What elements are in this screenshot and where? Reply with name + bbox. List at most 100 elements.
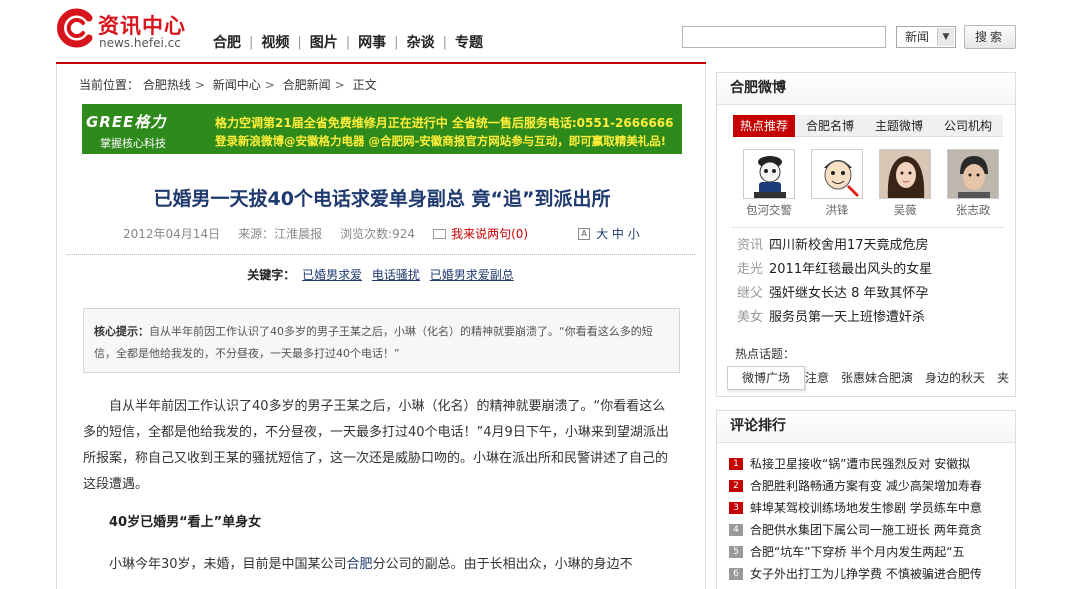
article-views: 浏览次数:924 [340, 227, 416, 241]
avatar-name[interactable]: 包河交警 [735, 202, 803, 218]
avatar[interactable] [811, 149, 863, 199]
weibo-user[interactable]: 洪锋 [803, 149, 871, 218]
avatar[interactable] [743, 149, 795, 199]
font-size-switch[interactable]: 大 中 小 [596, 225, 640, 242]
avatar[interactable] [947, 149, 999, 199]
ranking-item[interactable]: 5 合肥“坑车”下穿桥 半个月内发生两起“五 [729, 541, 1001, 563]
comment-ranking-panel: 评论排行 1 私接卫星接收“锅”遭市民强烈反对 安徽拟 2 合肥胜利路畅通方案有变 … [716, 410, 1016, 589]
tab-famous-bloggers[interactable]: 合肥名博 [795, 115, 865, 137]
article-title: 已婚男一天拔40个电话求爱单身副总 竟“追”到派出所 [153, 188, 611, 210]
ranking-item[interactable]: 1 私接卫星接收“锅”遭市民强烈反对 安徽拟 [729, 453, 1001, 475]
tab-organizations[interactable]: 公司机构 [933, 115, 1003, 137]
breadcrumb-separator: > [194, 78, 205, 92]
nav-item-talk[interactable]: 杂谈 [407, 32, 435, 52]
chevron-down-icon[interactable]: ▼ [937, 28, 954, 46]
news-category: 走光 [737, 262, 764, 277]
weibo-user[interactable]: 包河交警 [735, 149, 803, 218]
banner-brand: GREE格力 [86, 113, 167, 131]
nav-item-hefei[interactable]: 合肥 [213, 32, 241, 52]
news-title[interactable]: 四川新校舍用17天竟成危房 [769, 238, 929, 253]
article-meta: 2012年04月14日 来源：江淮晨报 浏览次数:924 我来说两句(0) A … [123, 225, 640, 242]
weibo-square-button[interactable]: 微博广场 [727, 366, 805, 390]
list-item[interactable]: 继父 强奸继女长达 8 年致其怀孕 [737, 282, 932, 306]
banner-tagline: 掌握核心科技 [100, 137, 166, 150]
ranking-title[interactable]: 蚌埠某驾校训练场地发生惨剧 学员练车中意 [750, 497, 982, 519]
breadcrumb-item[interactable]: 新闻中心 [213, 78, 261, 92]
breadcrumb: 当前位置： 合肥热线 > 新闻中心 > 合肥新闻 > 正文 [79, 76, 377, 93]
ranking-list: 1 私接卫星接收“锅”遭市民强烈反对 安徽拟 2 合肥胜利路畅通方案有变 减少高架增… [729, 453, 1001, 585]
keyword-link[interactable]: 已婚男求爱 [302, 268, 362, 282]
news-title[interactable]: 服务员第一天上班惨遭奸杀 [769, 310, 925, 325]
inline-link-hefei[interactable]: 合肥 [347, 557, 373, 572]
breadcrumb-item[interactable]: 合肥新闻 [283, 78, 331, 92]
weibo-panel-title: 合肥微博 [717, 73, 1015, 105]
weibo-user[interactable]: 张志政 [939, 149, 1007, 218]
ranking-item[interactable]: 3 蚌埠某驾校训练场地发生惨剧 学员练车中意 [729, 497, 1001, 519]
man-photo-icon [948, 150, 998, 198]
rank-number: 1 [729, 458, 743, 470]
list-item[interactable]: 走光 2011年红毯最出风头的女星 [737, 258, 932, 282]
ad-banner[interactable]: GREE格力 掌握核心科技 格力空调第21届全省免费维修月正在进行中 全省统一售… [82, 104, 682, 154]
avatar[interactable] [879, 149, 931, 199]
weibo-divider [733, 227, 1003, 228]
search-input[interactable] [682, 26, 886, 48]
ranking-title[interactable]: 私接卫星接收“锅”遭市民强烈反对 安徽拟 [750, 453, 970, 475]
ranking-item[interactable]: 6 女子外出打工为儿挣学费 不慎被骗进合肥传 [729, 563, 1001, 585]
avatar-name[interactable]: 吴薇 [871, 202, 939, 218]
cartoon-face-icon [812, 150, 862, 198]
article-subheading: 40岁已婚男“看上”单身女 [109, 515, 262, 530]
article-paragraph: 小琳今年30岁，未婚，目前是中国某公司合肥分公司的副总。由于长相出众，小琳的身边… [83, 552, 673, 578]
hot-topic[interactable]: 张惠妹合肥演 [841, 371, 913, 385]
site-logo[interactable]: 资讯中心 news.hefei.cc [56, 8, 196, 52]
tab-hot-recommend[interactable]: 热点推荐 [733, 115, 795, 137]
ranking-item[interactable]: 2 合肥胜利路畅通方案有变 减少高架增加寿春 [729, 475, 1001, 497]
article-summary: 核心提示：自从半年前因工作认识了40多岁的男子王某之后，小琳（化名）的精神就要崩… [83, 308, 680, 373]
weibo-news-list: 资讯 四川新校舍用17天竟成危房 走光 2011年红毯最出风头的女星 继父 强奸继女长… [737, 234, 932, 330]
comment-link[interactable]: 我来说两句(0) [433, 225, 546, 242]
news-title[interactable]: 强奸继女长达 8 年致其怀孕 [769, 286, 929, 301]
search-category-select[interactable]: 新闻 ▼ [896, 26, 956, 48]
hot-topic[interactable]: 夹 [997, 371, 1009, 385]
list-item[interactable]: 美女 服务员第一天上班惨遭奸杀 [737, 306, 932, 330]
weibo-user[interactable]: 吴薇 [871, 149, 939, 218]
breadcrumb-item[interactable]: 合肥热线 [143, 78, 191, 92]
breadcrumb-separator: > [264, 78, 275, 92]
hot-topic[interactable]: 注意 [805, 371, 829, 385]
nav-item-video[interactable]: 视频 [261, 32, 289, 52]
ranking-title[interactable]: 合肥“坑车”下穿桥 半个月内发生两起“五 [750, 541, 964, 563]
banner-text-line2: 登录新浪微博@安徽格力电器 @合肥网-安徽商报官方网站参与互动，即可赢取精美礼品… [215, 134, 667, 148]
article-keywords: 关键字： 已婚男求爱 电话骚扰 已婚男求爱副总 [57, 266, 707, 283]
site-header: 资讯中心 news.hefei.cc 合肥 | 视频 | 图片 | 网事 | 杂… [0, 0, 1076, 62]
keyword-link[interactable]: 已婚男求爱副总 [430, 268, 514, 282]
search-button[interactable]: 搜索 [964, 25, 1016, 49]
avatar-name[interactable]: 洪锋 [803, 202, 871, 218]
list-item[interactable]: 资讯 四川新校舍用17天竟成危房 [737, 234, 932, 258]
tab-topic-weibo[interactable]: 主题微博 [865, 115, 933, 137]
search-category-value: 新闻 [905, 30, 930, 44]
article-source: 来源：江淮晨报 [238, 227, 323, 241]
nav-item-photos[interactable]: 图片 [310, 32, 338, 52]
nav-item-topics[interactable]: 专题 [455, 32, 483, 52]
meta-divider [67, 254, 695, 255]
weibo-tabs: 热点推荐 合肥名博 主题微博 公司机构 [733, 115, 1003, 137]
rank-number: 2 [729, 480, 743, 492]
ranking-title[interactable]: 合肥供水集团下属公司一施工班长 两年竟贪 [750, 519, 982, 541]
hot-topic[interactable]: 身边的秋天 [925, 371, 985, 385]
nav-separator: | [249, 34, 254, 50]
avatar-name[interactable]: 张志政 [939, 202, 1007, 218]
news-title[interactable]: 2011年红毯最出风头的女星 [769, 262, 932, 277]
woman-photo-icon [880, 150, 930, 198]
hot-topics-label: 热点话题： [735, 347, 796, 361]
nav-separator: | [297, 34, 302, 50]
ranking-title[interactable]: 女子外出打工为儿挣学费 不慎被骗进合肥传 [750, 563, 982, 585]
ranking-title[interactable]: 合肥胜利路畅通方案有变 减少高架增加寿春 [750, 475, 982, 497]
ranking-item[interactable]: 4 合肥供水集团下属公司一施工班长 两年竟贪 [729, 519, 1001, 541]
nav-item-online[interactable]: 网事 [358, 32, 386, 52]
logo-url: news.hefei.cc [99, 36, 181, 50]
keyword-link[interactable]: 电话骚扰 [372, 268, 420, 282]
rank-number: 3 [729, 502, 743, 514]
news-category: 资讯 [737, 238, 764, 253]
ranking-panel-title: 评论排行 [717, 411, 1015, 443]
breadcrumb-current: 正文 [352, 78, 377, 92]
paragraph-text: 小琳今年30岁，未婚，目前是中国某公司 [109, 557, 347, 572]
